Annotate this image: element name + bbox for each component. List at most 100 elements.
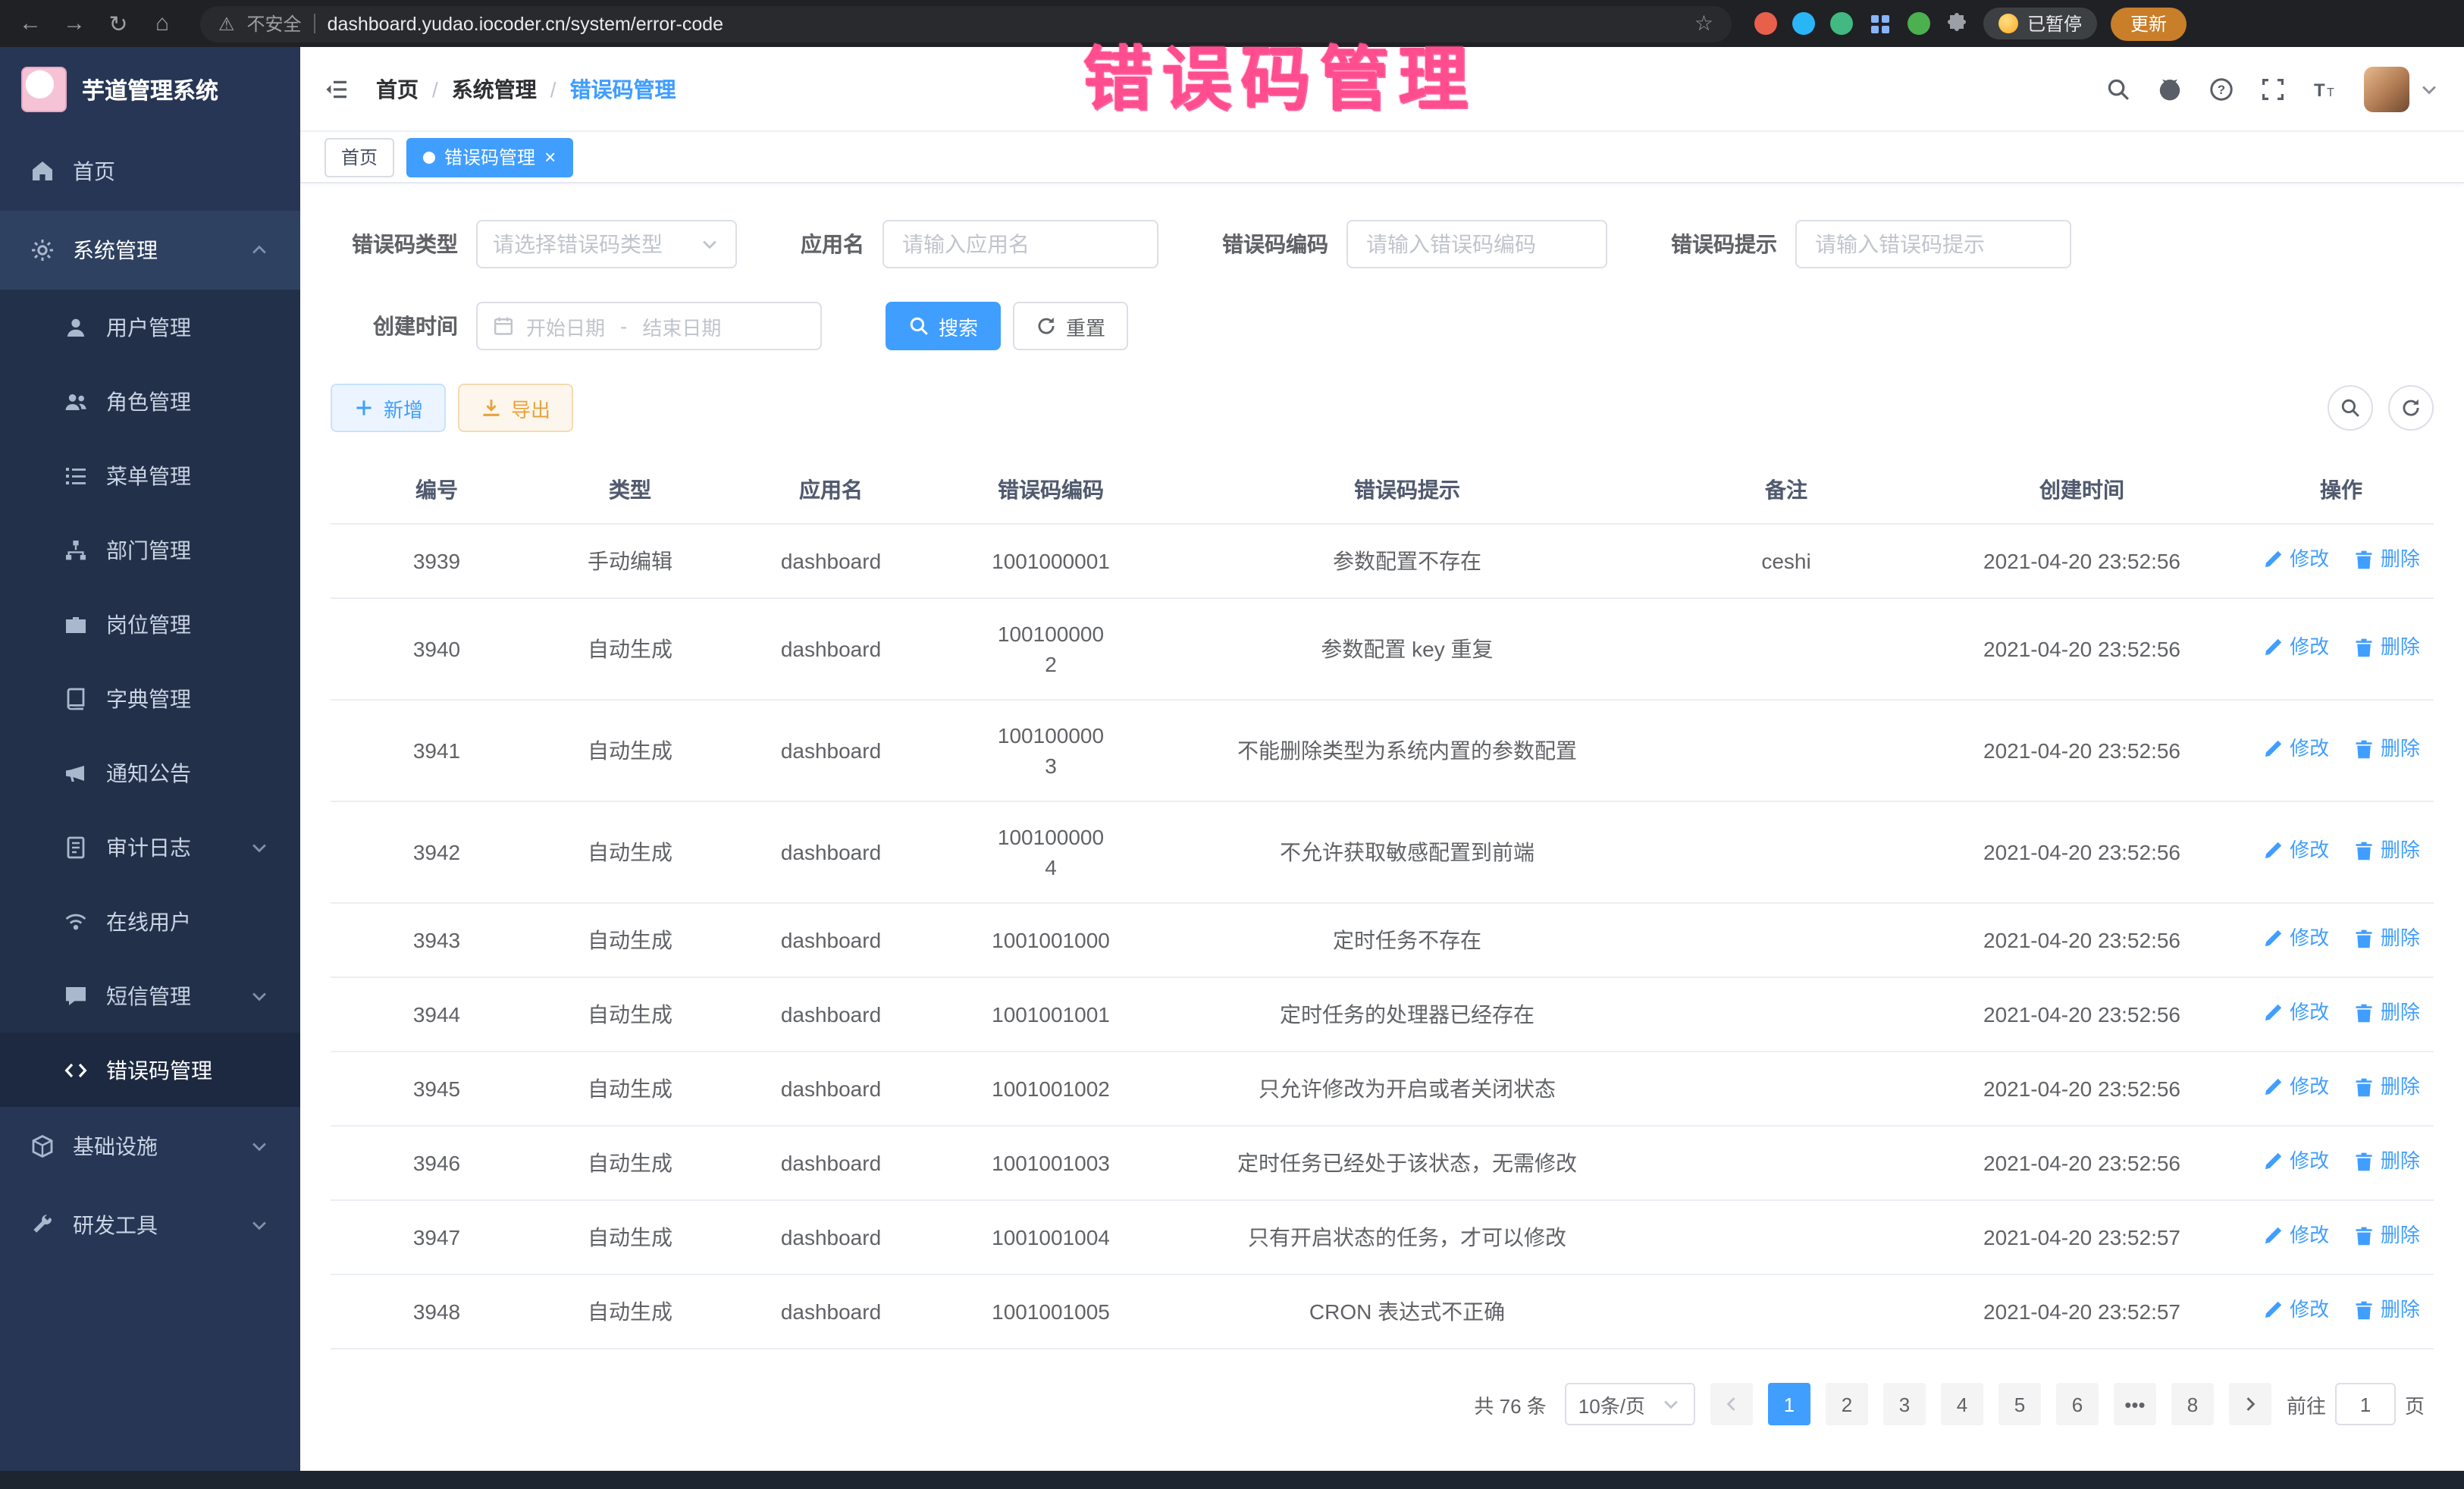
cell-message: 参数配置 key 重复: [1157, 598, 1657, 700]
tag-error-code-management[interactable]: 错误码管理 ×: [406, 137, 572, 177]
sidebar-item-sms-management[interactable]: 短信管理: [0, 958, 300, 1033]
update-button-label: 更新: [2130, 11, 2167, 36]
end-date-placeholder: 结束日期: [642, 312, 721, 340]
trash-icon: [2353, 1002, 2375, 1023]
add-button[interactable]: 新增: [331, 384, 446, 432]
page-button-5[interactable]: 5: [1998, 1383, 2041, 1425]
delete-link[interactable]: 删除: [2353, 1146, 2420, 1177]
sidebar-item-error-code-management[interactable]: 错误码管理: [0, 1033, 300, 1107]
delete-link[interactable]: 删除: [2353, 998, 2420, 1028]
toggle-search-button[interactable]: [2328, 385, 2373, 431]
delete-link[interactable]: 删除: [2353, 1072, 2420, 1102]
user-menu[interactable]: [2364, 66, 2440, 111]
help-icon[interactable]: ?: [2209, 77, 2234, 101]
page-button-6[interactable]: 6: [2056, 1383, 2099, 1425]
extension-icon[interactable]: [1908, 12, 1930, 35]
sidebar-item-dictionary-management[interactable]: 字典管理: [0, 661, 300, 735]
sidebar-item-home[interactable]: 首页: [0, 132, 300, 211]
edit-link[interactable]: 修改: [2262, 923, 2329, 954]
github-icon[interactable]: [2158, 77, 2182, 101]
delete-link[interactable]: 删除: [2353, 1295, 2420, 1325]
breadcrumb-home[interactable]: 首页: [376, 74, 419, 104]
sidebar-item-user-management[interactable]: 用户管理: [0, 290, 300, 364]
error-code-input[interactable]: [1346, 220, 1607, 268]
page-button-2[interactable]: 2: [1826, 1383, 1868, 1425]
edit-link[interactable]: 修改: [2262, 632, 2329, 663]
download-icon: [481, 397, 502, 418]
extension-icon[interactable]: [1792, 12, 1815, 35]
tag-home[interactable]: 首页: [324, 137, 394, 177]
next-page-button[interactable]: [2229, 1383, 2271, 1425]
cell-actions: 修改 删除: [2249, 1052, 2434, 1126]
bookmark-star-icon[interactable]: ☆: [1694, 11, 1713, 36]
delete-link[interactable]: 删除: [2353, 835, 2420, 866]
app-name-input[interactable]: [882, 220, 1158, 268]
delete-link[interactable]: 删除: [2353, 923, 2420, 954]
goto-page-input[interactable]: [2335, 1383, 2396, 1425]
date-range-picker[interactable]: 开始日期 - 结束日期: [476, 302, 822, 350]
sidebar-item-role-management[interactable]: 角色管理: [0, 364, 300, 438]
close-icon[interactable]: ×: [544, 147, 556, 167]
edit-link[interactable]: 修改: [2262, 835, 2329, 866]
error-message-input[interactable]: [1795, 220, 2071, 268]
sidebar-item-dev-tools[interactable]: 研发工具: [0, 1186, 300, 1265]
delete-link[interactable]: 删除: [2353, 632, 2420, 663]
browser-home-button[interactable]: ⌂: [147, 11, 177, 36]
browser-reload-button[interactable]: ↻: [103, 10, 133, 37]
user-icon: [64, 315, 88, 339]
more-pages-button[interactable]: •••: [2114, 1383, 2156, 1425]
paused-badge[interactable]: 已暂停: [1983, 8, 2097, 39]
edit-link[interactable]: 修改: [2262, 1146, 2329, 1177]
cell-code: 100100000 4: [945, 801, 1157, 903]
font-size-icon[interactable]: TT: [2312, 77, 2337, 101]
sidebar-item-audit-log[interactable]: 审计日志: [0, 810, 300, 884]
page-button-3[interactable]: 3: [1883, 1383, 1926, 1425]
sidebar-item-department-management[interactable]: 部门管理: [0, 513, 300, 587]
cell-code: 1001001003: [945, 1126, 1157, 1200]
page-button-1[interactable]: 1: [1768, 1383, 1810, 1425]
page-button-8[interactable]: 8: [2171, 1383, 2214, 1425]
delete-link[interactable]: 删除: [2353, 1221, 2420, 1251]
delete-link[interactable]: 删除: [2353, 544, 2420, 575]
apps-grid-icon[interactable]: [1868, 11, 1892, 36]
app-logo[interactable]: 芋道管理系统: [0, 47, 300, 132]
column-header-message: 错误码提示: [1157, 456, 1657, 524]
sidebar-item-menu-management[interactable]: 菜单管理: [0, 438, 300, 513]
edit-link[interactable]: 修改: [2262, 998, 2329, 1028]
cell-actions: 修改 删除: [2249, 598, 2434, 700]
edit-link[interactable]: 修改: [2262, 1295, 2329, 1325]
collapse-sidebar-icon[interactable]: [324, 77, 349, 101]
search-icon[interactable]: [2106, 77, 2130, 101]
sidebar-item-position-management[interactable]: 岗位管理: [0, 587, 300, 661]
sidebar-item-system-management[interactable]: 系统管理: [0, 211, 300, 290]
error-type-select[interactable]: 请选择错误码类型: [476, 220, 737, 268]
edit-link[interactable]: 修改: [2262, 544, 2329, 575]
fullscreen-icon[interactable]: [2261, 77, 2285, 101]
reset-button[interactable]: 重置: [1013, 302, 1128, 350]
page-content: 错误码类型 请选择错误码类型 应用名 错误码编码 错误码提示: [300, 183, 2464, 1471]
extension-icon[interactable]: [1830, 12, 1853, 35]
extension-icon[interactable]: [1754, 12, 1777, 35]
address-bar[interactable]: ⚠ 不安全 dashboard.yudao.iocoder.cn/system/…: [200, 5, 1732, 42]
refresh-table-button[interactable]: [2388, 385, 2434, 431]
page-size-select[interactable]: 10条/页: [1565, 1383, 1695, 1425]
filter-label: 错误码类型: [331, 229, 458, 259]
delete-link[interactable]: 删除: [2353, 734, 2420, 764]
edit-link[interactable]: 修改: [2262, 1072, 2329, 1102]
browser-back-button[interactable]: ←: [15, 11, 45, 36]
export-button[interactable]: 导出: [458, 384, 573, 432]
sidebar-item-notice-announcement[interactable]: 通知公告: [0, 735, 300, 810]
prev-page-button[interactable]: [1710, 1383, 1753, 1425]
browser-update-button[interactable]: 更新: [2111, 7, 2187, 40]
page-button-4[interactable]: 4: [1941, 1383, 1983, 1425]
main-panel: 首页 / 系统管理 / 错误码管理 ? TT 首页: [300, 47, 2464, 1471]
chevron-down-icon: [2419, 78, 2440, 99]
browser-forward-button[interactable]: →: [59, 11, 89, 36]
edit-link[interactable]: 修改: [2262, 734, 2329, 764]
sidebar-item-infrastructure[interactable]: 基础设施: [0, 1107, 300, 1186]
search-button[interactable]: 搜索: [886, 302, 1001, 350]
puzzle-extension-icon[interactable]: [1945, 11, 1970, 36]
breadcrumb-system[interactable]: 系统管理: [452, 74, 537, 104]
edit-link[interactable]: 修改: [2262, 1221, 2329, 1251]
sidebar-item-online-users[interactable]: 在线用户: [0, 884, 300, 958]
